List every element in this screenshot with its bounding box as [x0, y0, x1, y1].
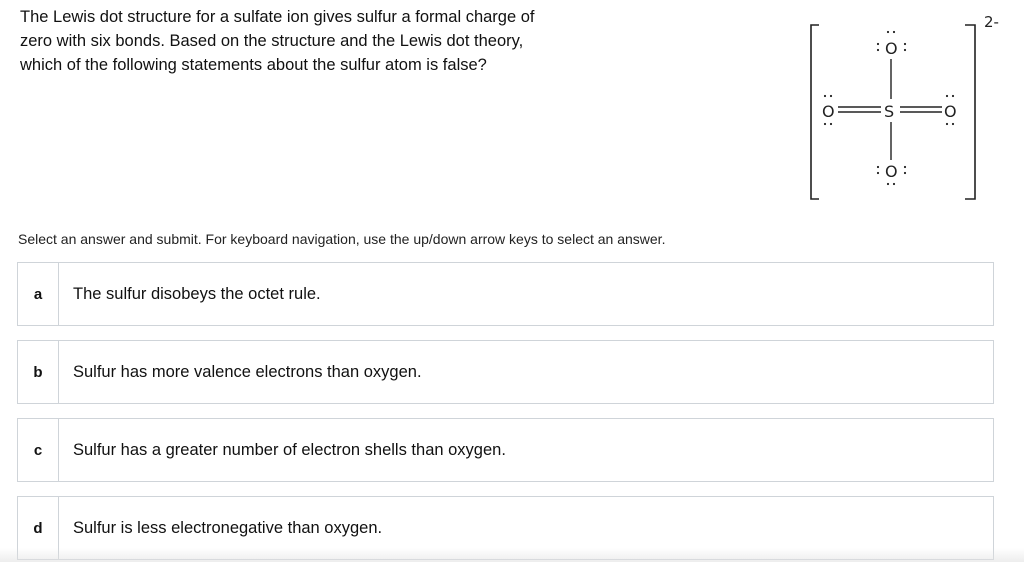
question-line-1: The Lewis dot structure for a sulfate io…: [20, 8, 535, 26]
left-oxygen: O: [822, 102, 835, 121]
instructions-text: Select an answer and submit. For keyboar…: [18, 231, 666, 247]
left-bracket: [810, 24, 819, 200]
sulfur-atom: S: [884, 102, 894, 121]
answer-options: a The sulfur disobeys the octet rule. b …: [17, 262, 994, 574]
option-letter: a: [18, 263, 59, 325]
top-oxygen: O: [885, 39, 898, 58]
option-text: Sulfur has more valence electrons than o…: [73, 362, 422, 381]
answer-option-b[interactable]: b Sulfur has more valence electrons than…: [17, 340, 994, 404]
question-text: The Lewis dot structure for a sulfate io…: [20, 5, 580, 77]
option-text: The sulfur disobeys the octet rule.: [73, 284, 321, 303]
right-bracket: [965, 24, 976, 200]
ion-charge: 2-: [984, 13, 999, 31]
question-line-2: zero with six bonds. Based on the struct…: [20, 32, 524, 50]
bottom-oxygen: O: [885, 162, 898, 181]
right-oxygen: O: [944, 102, 957, 121]
answer-option-a[interactable]: a The sulfur disobeys the octet rule.: [17, 262, 994, 326]
answer-option-c[interactable]: c Sulfur has a greater number of electro…: [17, 418, 994, 482]
option-letter: c: [18, 419, 59, 481]
option-letter: b: [18, 341, 59, 403]
question-line-3: which of the following statements about …: [20, 56, 487, 74]
bottom-shadow: [0, 548, 1024, 562]
sulfate-lewis-structure: 2- O O S O O: [805, 8, 1015, 208]
option-text: Sulfur has a greater number of electron …: [73, 440, 506, 459]
